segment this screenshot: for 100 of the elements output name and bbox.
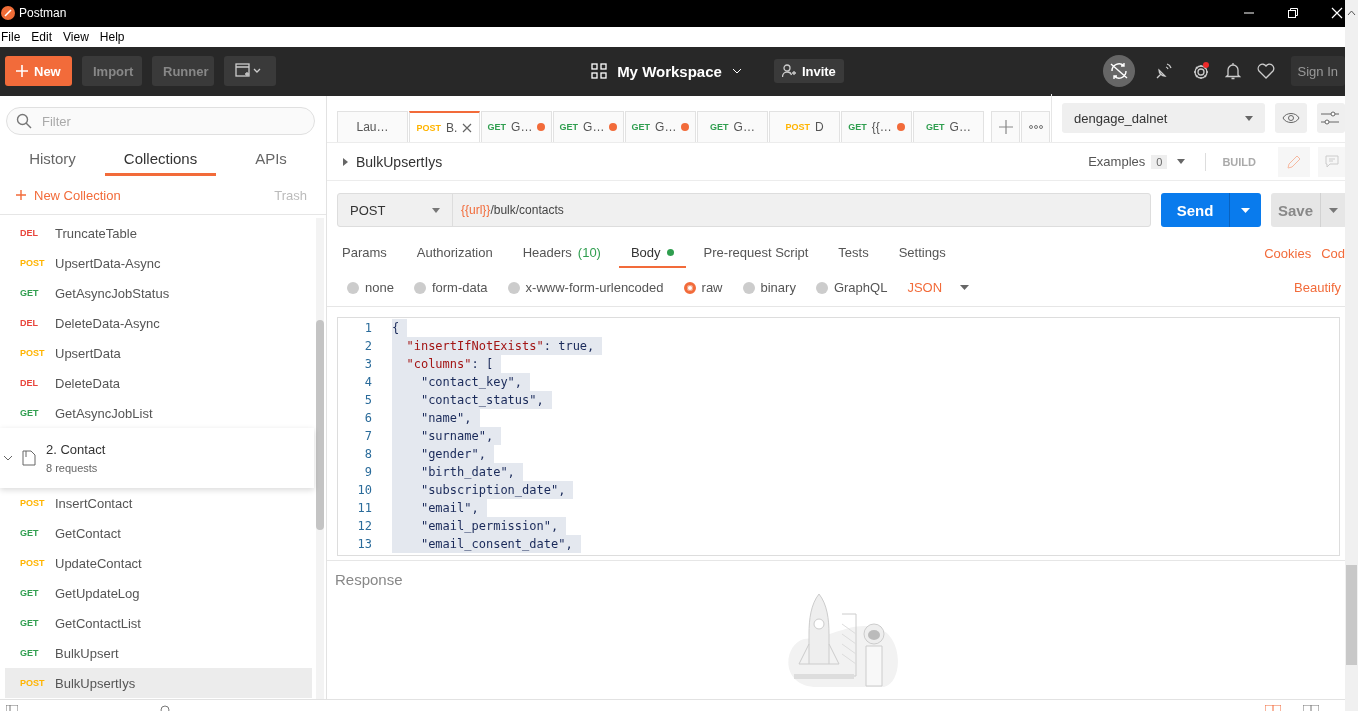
new-window-button[interactable] [224,56,276,87]
request-name: UpdateContact [55,555,142,571]
line-number: 12 [356,519,372,534]
request-tab[interactable]: GET G… [625,111,696,143]
workspace-button[interactable]: My Workspace [591,56,742,87]
environment-quick-look-button[interactable] [1275,103,1307,134]
request-section-tab[interactable]: Params [330,239,399,269]
request-tab[interactable]: GET G… [481,111,552,143]
method-label: DEL [19,318,39,329]
build-label: BUILD [1205,152,1256,171]
line-number: 13 [356,537,372,552]
request-count: 8 requests [46,462,99,475]
app-logo-icon [1,6,15,21]
invite-button[interactable]: Invite [773,59,844,84]
line-number: 2 [363,339,372,354]
line-number: 7 [363,429,372,444]
request-item[interactable]: POST UpsertData [0,338,314,369]
request-section-tab[interactable]: Body [618,239,686,269]
request-item[interactable]: DEL DeleteData [0,368,314,399]
request-item[interactable]: POST UpdateContact [0,548,314,579]
tab-title: {{… [871,120,892,135]
search-icon[interactable] [160,705,170,711]
scrollbar-thumb[interactable] [316,320,324,531]
method-label: GET [559,122,579,133]
line-number: 3 [363,357,372,372]
sidebar-tab[interactable]: APIs [216,144,326,177]
comment-icon [1324,155,1339,169]
heart-icon[interactable] [1256,63,1275,80]
request-tab[interactable]: Lau… [337,111,408,143]
request-tab[interactable]: GET G… [913,111,984,143]
request-item[interactable]: GET GetAsyncJobStatus [0,278,314,309]
sidebar-tab[interactable]: History [0,144,105,177]
request-item[interactable]: DEL TruncateTable [0,218,314,249]
sidebar-tab[interactable]: Collections [105,144,216,177]
method-label: GET [710,122,729,133]
request-item[interactable]: GET BulkUpsert [0,638,314,669]
pencil-icon [1287,154,1301,169]
caret-right-icon[interactable] [343,157,348,166]
request-tab[interactable]: GET G… [553,111,624,143]
request-tab[interactable]: GET {{… [841,111,912,143]
sign-in-button[interactable]: Sign In [1290,56,1345,87]
columns-icon[interactable] [1303,705,1319,711]
method-label: POST [19,558,46,569]
environment-select[interactable]: dengage_dalnet [1062,103,1265,134]
body-type-radio[interactable]: x-www-form-urlencoded [507,280,664,296]
body-type-radio[interactable]: binary [742,280,796,296]
caret-down-icon[interactable] [1177,159,1186,165]
satellite-icon[interactable] [1154,62,1173,81]
request-tab[interactable]: POST D [769,111,840,143]
line-number: 4 [363,375,372,390]
tab-title: G… [655,120,677,135]
request-section-tab[interactable]: Tests [826,239,881,269]
scroll-up-icon[interactable] [1347,10,1356,16]
body-type-radio[interactable]: form-data [413,280,488,296]
method-label: POST [785,122,810,133]
bell-icon[interactable] [1224,62,1241,81]
method-label: POST [19,498,46,509]
manage-environments-button[interactable] [1317,103,1345,134]
body-type-radio[interactable]: none [347,280,394,296]
sync-button[interactable] [1102,55,1135,88]
search-icon [16,113,32,130]
examples-button[interactable]: Examples [1088,154,1146,170]
method-label: GET [926,122,945,133]
tab-title: G… [511,120,533,135]
menu-item[interactable]: View [63,29,89,44]
caret-down-icon [1328,207,1338,213]
scrollbar-thumb[interactable] [1346,565,1357,665]
menu-item[interactable]: Edit [31,29,53,44]
request-item[interactable]: GET GetContactList [0,608,314,639]
tab-title: G… [733,120,755,135]
request-tab[interactable]: POST B. [409,111,480,143]
request-section-tab[interactable]: Settings [886,239,958,269]
method-label: GET [19,648,40,659]
request-item[interactable]: GET GetUpdateLog [0,578,314,609]
request-item[interactable]: DEL DeleteData-Async [0,308,314,339]
request-name: GetContactList [55,615,141,631]
request-name: BulkUpsertIys [55,675,136,691]
request-section-tab[interactable]: Headers (10) [510,239,613,269]
menu-item[interactable]: Help [99,29,125,44]
request-item[interactable]: GET GetAsyncJobList [0,398,314,429]
maximize-icon[interactable] [1287,7,1299,20]
request-tab[interactable]: GET G… [697,111,768,143]
request-item[interactable]: POST UpsertData-Async [0,248,314,279]
body-type-radio[interactable]: GraphQL [815,280,888,296]
body-type-radio[interactable]: raw [683,280,723,296]
menu-item[interactable]: File [1,29,21,44]
scrollbar[interactable] [316,218,324,700]
request-section-tab[interactable]: Authorization [404,239,505,269]
method-label: POST [19,258,46,269]
request-item[interactable]: GET GetContact [0,518,314,549]
request-item[interactable]: POST InsertContact [0,488,314,519]
folder-item[interactable]: 2. Contact 8 requests [0,428,314,489]
filter-field[interactable]: Filter [6,107,315,136]
more-tabs-button[interactable] [1021,111,1050,143]
request-section-tab[interactable]: Pre-request Script [691,239,821,269]
sidebar-toggle-icon [6,705,18,711]
request-name: DeleteData [55,375,121,391]
request-name: UpsertData-Async [55,255,161,271]
request-name: GetUpdateLog [55,585,140,601]
request-item[interactable]: POST BulkUpsertIys [5,668,312,699]
